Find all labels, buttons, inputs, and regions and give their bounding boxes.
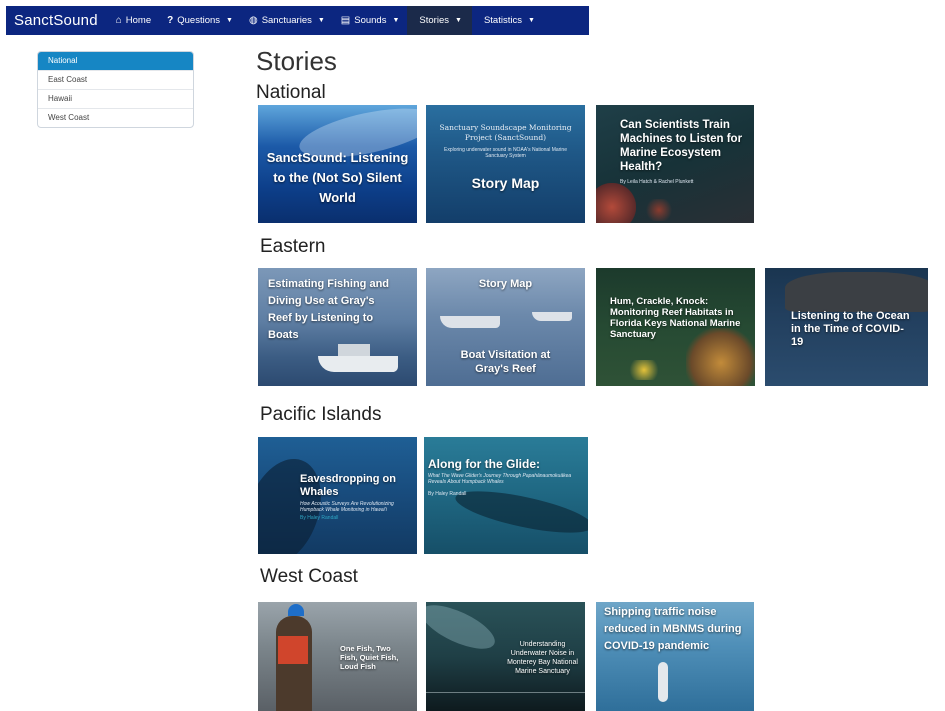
top-navbar: SanctSound ⌂ Home ? Questions ▼ ◍ Sanctu… bbox=[6, 6, 589, 35]
story-card-title: Story Map bbox=[478, 278, 533, 290]
nav-questions-label: Questions bbox=[177, 15, 221, 26]
nav-stories[interactable]: Stories ▼ bbox=[407, 6, 472, 35]
nav-sounds-label: Sounds bbox=[354, 15, 387, 26]
story-card-title: Story Map bbox=[471, 175, 540, 191]
question-icon: ? bbox=[167, 15, 174, 26]
home-icon: ⌂ bbox=[115, 15, 122, 26]
nav-sanctuaries-label: Sanctuaries bbox=[261, 15, 312, 26]
story-card-title: Understanding Underwater Noise in Monter… bbox=[507, 641, 578, 675]
globe-icon: ◍ bbox=[248, 15, 258, 26]
story-card-subtitle: What The Wave Glider's Journey Through P… bbox=[428, 473, 572, 485]
story-card-title: Along for the Glide: bbox=[428, 457, 540, 471]
life-vest bbox=[278, 636, 308, 664]
story-card-byline: By Leila Hatch & Rachel Plunkett bbox=[620, 179, 694, 185]
fish-image-2 bbox=[644, 199, 674, 221]
section-heading-west-coast: West Coast bbox=[260, 566, 358, 587]
story-card-subtitle: How Acoustic Surveys Are Revolutionizing… bbox=[300, 501, 394, 513]
page-title: Stories bbox=[256, 46, 337, 76]
story-card-along-for-glide[interactable]: Along for the Glide: What The Wave Glide… bbox=[424, 437, 588, 554]
story-card-title: SanctSound: Listening to the (Not So) Si… bbox=[266, 150, 409, 205]
whale-image bbox=[452, 482, 588, 542]
chevron-down-icon: ▼ bbox=[527, 17, 535, 24]
story-card-title: Listening to the Ocean in the Time of CO… bbox=[791, 310, 910, 348]
story-card-hum-crackle-knock[interactable]: Hum, Crackle, Knock: Monitoring Reef Hab… bbox=[596, 268, 755, 386]
boat-image bbox=[440, 316, 500, 328]
story-card-subtitle: Exploring underwater sound in NOAA's Nat… bbox=[444, 147, 567, 159]
chevron-down-icon: ▼ bbox=[392, 17, 400, 24]
story-card-boat-visitation[interactable]: Story Map Boat Visitation at Gray's Reef bbox=[426, 268, 585, 386]
fish-image bbox=[596, 183, 636, 223]
fish-image bbox=[626, 360, 662, 380]
boat-cabin bbox=[338, 344, 370, 356]
sidebar-item-national[interactable]: National bbox=[38, 52, 193, 70]
file-icon: ▤ bbox=[340, 15, 351, 26]
nav-home-label: Home bbox=[125, 15, 152, 26]
rock-image bbox=[785, 272, 928, 312]
sidebar-item-east-coast[interactable]: East Coast bbox=[38, 70, 193, 89]
helmet-icon bbox=[288, 604, 304, 616]
story-card-title: Eavesdropping on Whales bbox=[300, 473, 396, 498]
sidebar-item-west-coast[interactable]: West Coast bbox=[38, 108, 193, 127]
nav-statistics[interactable]: Statistics ▼ bbox=[472, 6, 543, 35]
story-card-title: One Fish, Two Fish, Quiet Fish, Loud Fis… bbox=[340, 644, 399, 671]
divider-line bbox=[426, 692, 585, 693]
nav-statistics-label: Statistics bbox=[483, 15, 522, 26]
story-card-byline: By Haley Randall bbox=[300, 515, 339, 521]
nav-questions[interactable]: ? Questions ▼ bbox=[159, 6, 241, 35]
nav-home[interactable]: ⌂ Home bbox=[108, 6, 159, 35]
story-card-title: Hum, Crackle, Knock: Monitoring Reef Hab… bbox=[610, 296, 741, 340]
region-sidebar: National East Coast Hawaii West Coast bbox=[37, 51, 194, 128]
ship-image bbox=[658, 662, 668, 702]
nav-stories-label: Stories bbox=[419, 15, 449, 26]
story-card-covid-ocean[interactable]: Listening to the Ocean in the Time of CO… bbox=[765, 268, 928, 386]
story-card-soundscape-story-map[interactable]: Sanctuary Soundscape Monitoring Project … bbox=[426, 105, 585, 223]
sidebar-item-hawaii[interactable]: Hawaii bbox=[38, 89, 193, 108]
story-card-title: Estimating Fishing and Diving Use at Gra… bbox=[268, 278, 390, 341]
story-card-machines-listen[interactable]: Can Scientists Train Machines to Listen … bbox=[596, 105, 754, 223]
story-card-eavesdropping-whales[interactable]: Eavesdropping on Whales How Acoustic Sur… bbox=[258, 437, 417, 554]
story-card-grays-reef-fishing[interactable]: Estimating Fishing and Diving Use at Gra… bbox=[258, 268, 417, 386]
chevron-down-icon: ▼ bbox=[455, 17, 462, 24]
brand-logo[interactable]: SanctSound bbox=[6, 12, 108, 29]
story-card-title: Shipping traffic noise reduced in MBNMS … bbox=[604, 606, 742, 652]
story-card-title: Can Scientists Train Machines to Listen … bbox=[620, 119, 743, 173]
nav-sanctuaries[interactable]: ◍ Sanctuaries ▼ bbox=[241, 6, 333, 35]
whale-image bbox=[426, 602, 501, 658]
section-heading-eastern: Eastern bbox=[260, 236, 326, 257]
section-heading-pacific-islands: Pacific Islands bbox=[260, 404, 382, 425]
story-card-title-2: Boat Visitation at Gray's Reef bbox=[460, 349, 551, 375]
story-card-byline: By Haley Randall bbox=[428, 491, 467, 497]
story-card-one-fish-two-fish[interactable]: One Fish, Two Fish, Quiet Fish, Loud Fis… bbox=[258, 602, 417, 711]
story-card-sanctsound-listening[interactable]: SanctSound: Listening to the (Not So) Si… bbox=[258, 105, 417, 223]
chevron-down-icon: ▼ bbox=[317, 17, 325, 24]
story-card-monterey-noise[interactable]: Understanding Underwater Noise in Monter… bbox=[426, 602, 585, 711]
boat-image bbox=[318, 356, 398, 372]
boat-image-2 bbox=[532, 312, 572, 321]
nav-sounds[interactable]: ▤ Sounds ▼ bbox=[333, 6, 408, 35]
story-card-header: Sanctuary Soundscape Monitoring Project … bbox=[439, 123, 572, 142]
story-card-shipping-noise[interactable]: Shipping traffic noise reduced in MBNMS … bbox=[596, 602, 754, 711]
chevron-down-icon: ▼ bbox=[226, 17, 233, 24]
section-heading-national: National bbox=[256, 82, 326, 103]
